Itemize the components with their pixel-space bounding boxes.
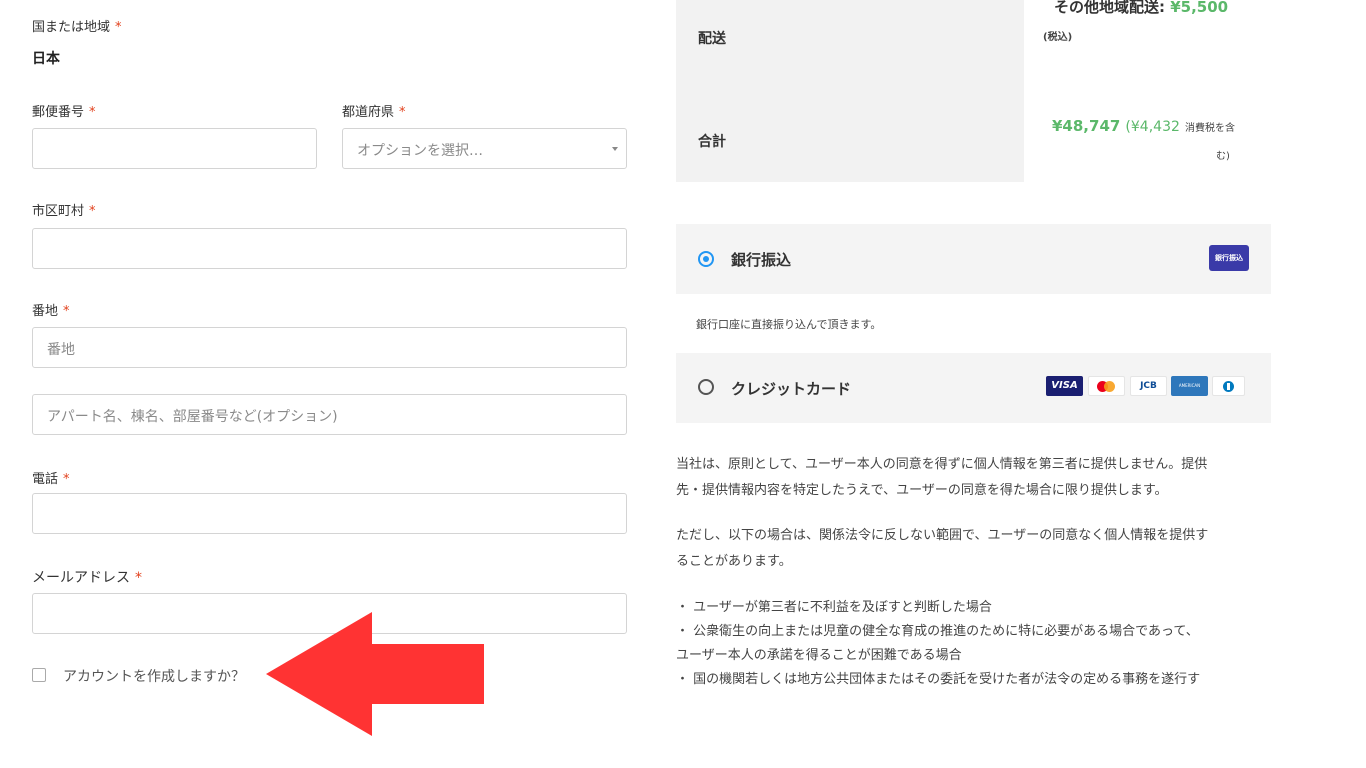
visa-icon: VISA	[1046, 376, 1083, 396]
bank-transfer-label[interactable]: 銀行振込	[731, 249, 791, 270]
tax-label-continued: む)	[1216, 151, 1230, 162]
country-label: 国または地域 *	[32, 20, 122, 35]
privacy-paragraph-1: 当社は、原則として、ユーザー本人の同意を得ずに個人情報を第三者に提供しません。提…	[676, 457, 1208, 498]
phone-input[interactable]	[32, 493, 627, 534]
chevron-down-icon	[612, 147, 618, 151]
prefecture-placeholder: オプションを選択…	[357, 143, 483, 159]
shipping-tax-note: (税込)	[1043, 32, 1073, 43]
address-line2-input[interactable]: アパート名、棟名、部屋番号など(オプション)	[32, 394, 627, 435]
country-value: 日本	[32, 51, 60, 67]
address-line1-placeholder: 番地	[47, 342, 75, 358]
required-asterisk: *	[63, 304, 70, 319]
annotation-arrow-icon	[266, 612, 484, 736]
shipping-price: ¥5,500	[1170, 0, 1229, 16]
required-asterisk: *	[399, 105, 406, 120]
tax-amount: ¥4,432	[1130, 119, 1180, 135]
postal-code-input[interactable]	[32, 128, 317, 169]
total-label: 合計	[698, 134, 726, 150]
city-input[interactable]	[32, 228, 627, 269]
jcb-icon: JCB	[1130, 376, 1167, 396]
order-summary-table	[676, 0, 1024, 182]
amex-icon: AMERICAN EXPRESS	[1171, 376, 1208, 396]
diners-club-icon	[1212, 376, 1245, 396]
prefecture-select[interactable]: オプションを選択…	[342, 128, 627, 169]
required-asterisk: *	[89, 105, 96, 120]
required-asterisk: *	[115, 20, 122, 35]
privacy-list: ・ ユーザーが第三者に不利益を及ぼすと判断した場合 ・ 公衆衛生の向上または児童…	[676, 596, 1276, 708]
shipping-label: 配送	[698, 31, 726, 47]
list-item: ・ 公衆衛生の向上または児童の健全な育成の推進のために特に必要がある場合であって…	[676, 624, 1199, 639]
list-item: ・ ユーザーが第三者に不利益を及ぼすと判断した場合	[676, 600, 992, 615]
shipping-other-region: その他地域配送: ¥5,500	[1054, 0, 1229, 16]
bank-radio[interactable]	[698, 251, 714, 267]
mastercard-icon	[1088, 376, 1125, 396]
bank-transfer-badge-icon: 銀行振込	[1209, 245, 1249, 271]
city-label: 市区町村 *	[32, 204, 96, 219]
list-item: ・ 国の機関若しくは地方公共団体またはその委託を受けた者が法令の定める事務を遂行…	[676, 672, 1201, 687]
create-account-label[interactable]: アカウントを作成しますか？	[63, 666, 245, 686]
address-line2-placeholder: アパート名、棟名、部屋番号など(オプション)	[47, 409, 338, 425]
total-amount-line: ¥48,747 (¥4,432 消費税を含	[1052, 117, 1235, 135]
card-radio[interactable]	[698, 379, 714, 395]
postal-code-label: 郵便番号 *	[32, 105, 96, 120]
address-label: 番地 *	[32, 304, 70, 319]
required-asterisk: *	[89, 204, 96, 219]
tax-label: 消費税を含	[1184, 123, 1235, 134]
required-asterisk: *	[135, 570, 142, 586]
prefecture-label: 都道府県 *	[342, 105, 406, 120]
radio-dot	[703, 256, 709, 262]
credit-card-label[interactable]: クレジットカード	[731, 378, 851, 399]
total-amount: ¥48,747	[1052, 117, 1121, 135]
bank-transfer-description: 銀行口座に直接振り込んで頂きます。	[696, 318, 882, 331]
required-asterisk: *	[63, 472, 70, 487]
phone-label: 電話 *	[32, 472, 70, 487]
email-label: メールアドレス *	[32, 570, 142, 586]
address-line1-input[interactable]: 番地	[32, 327, 627, 368]
list-item-continued: ユーザー本人の承諾を得ることが困難である場合	[676, 648, 962, 663]
create-account-checkbox[interactable]	[32, 668, 46, 682]
privacy-paragraph-2: ただし、以下の場合は、関係法令に反しない範囲で、ユーザーの同意なく個人情報を提供…	[676, 528, 1209, 569]
